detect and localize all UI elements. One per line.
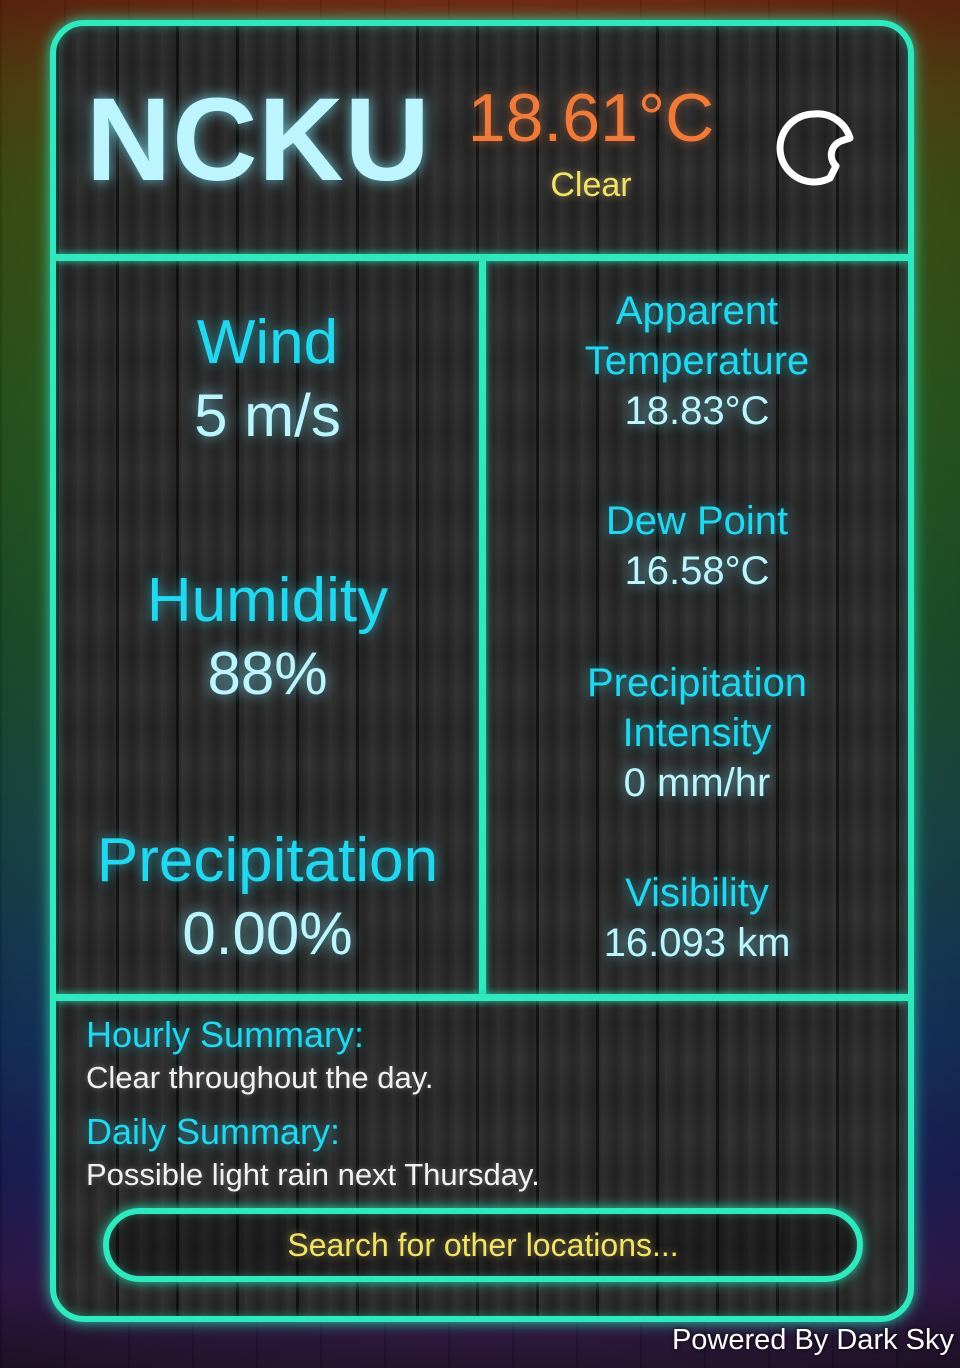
dew-point-label: Dew Point xyxy=(605,499,789,543)
visibility-label: Visibility xyxy=(625,871,769,915)
humidity-value: 88% xyxy=(207,640,328,708)
precipitation-intensity-stat: Precipitation Intensity 0 mm/hr xyxy=(486,658,908,808)
wind-stat: Wind 5 m/s xyxy=(56,306,479,452)
apparent-label-line1: Apparent xyxy=(615,289,779,333)
wind-label: Wind xyxy=(196,308,339,377)
dew-point-stat: Dew Point 16.58°C xyxy=(486,496,908,596)
powered-by-footer[interactable]: Powered By Dark Sky xyxy=(672,1324,954,1357)
wind-value: 5 m/s xyxy=(194,382,341,450)
header-divider xyxy=(56,254,908,261)
precipitation-label: Precipitation xyxy=(96,826,439,895)
precip-intensity-value: 0 mm/hr xyxy=(623,761,771,805)
humidity-label: Humidity xyxy=(146,566,389,635)
daily-summary-text: Possible light rain next Thursday. xyxy=(86,1157,540,1192)
summary-divider xyxy=(56,994,908,1001)
dew-point-value: 16.58°C xyxy=(624,549,770,593)
column-divider xyxy=(479,261,486,998)
apparent-temperature-stat: Apparent Temperature 18.83°C xyxy=(486,286,908,436)
weather-condition: Clear xyxy=(550,166,632,204)
search-button-label: Search for other locations... xyxy=(287,1226,679,1263)
search-locations-button[interactable]: Search for other locations... xyxy=(103,1208,863,1282)
weather-card: NCKU 18.61°C Clear Wind 5 m/s Humidity 8… xyxy=(50,20,914,1322)
daily-summary-title: Daily Summary: xyxy=(86,1111,341,1152)
current-temperature: 18.61°C xyxy=(467,80,715,156)
visibility-value: 16.093 km xyxy=(603,921,791,965)
precipitation-stat: Precipitation 0.00% xyxy=(56,824,479,970)
hourly-summary-text: Clear throughout the day. xyxy=(86,1060,434,1095)
precip-intensity-label-line1: Precipitation xyxy=(586,661,808,705)
hourly-summary-title: Hourly Summary: xyxy=(86,1014,365,1055)
humidity-stat: Humidity 88% xyxy=(56,564,479,710)
city-name: NCKU xyxy=(86,74,431,206)
moon-icon xyxy=(776,110,854,186)
apparent-value: 18.83°C xyxy=(624,389,770,433)
visibility-stat: Visibility 16.093 km xyxy=(486,868,908,968)
precipitation-value: 0.00% xyxy=(182,900,353,968)
precip-intensity-label-line2: Intensity xyxy=(622,711,772,755)
apparent-label-line2: Temperature xyxy=(584,339,810,383)
